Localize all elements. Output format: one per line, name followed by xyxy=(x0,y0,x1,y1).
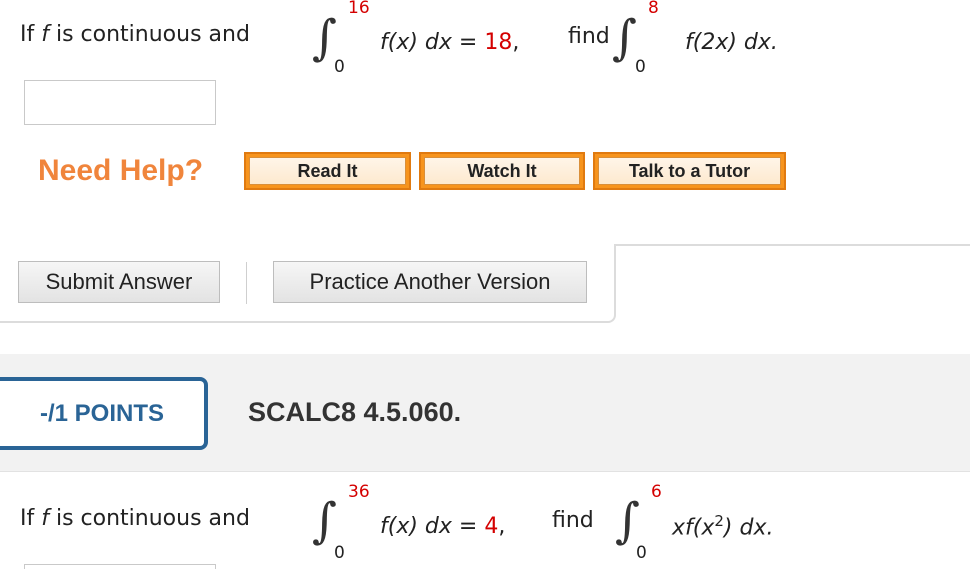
q1-target-integral: f(2x) dx. xyxy=(685,30,778,55)
q2-find-label: find xyxy=(552,508,594,533)
integral-sign: ∫ xyxy=(312,10,338,66)
integral-upper-limit: 6 xyxy=(651,482,662,502)
f-symbol: f xyxy=(41,506,49,531)
integral-lower-limit: 0 xyxy=(334,543,345,563)
practice-another-version-button[interactable]: Practice Another Version xyxy=(273,261,587,303)
q2-statement: If f is continuous and xyxy=(20,506,250,531)
q2-target-integral: xf(x2) dx. xyxy=(672,512,774,541)
question-id: SCALC8 4.5.060. xyxy=(248,397,462,427)
q2-integral-value: 4 xyxy=(484,514,499,539)
q1-integral-expression: f(x) dx = 18, xyxy=(380,30,520,55)
integral-sign: ∫ xyxy=(312,493,338,549)
q2-integral-expression: f(x) dx = 4, xyxy=(380,514,506,539)
integral-lower-limit: 0 xyxy=(334,57,345,77)
integral-upper-limit: 8 xyxy=(648,0,659,18)
action-panel-top-border xyxy=(614,244,970,246)
read-it-button[interactable]: Read It xyxy=(244,152,411,190)
watch-it-button[interactable]: Watch It xyxy=(419,152,585,190)
submit-answer-button[interactable]: Submit Answer xyxy=(18,261,220,303)
integral-sign: ∫ xyxy=(615,493,641,549)
integral-sign: ∫ xyxy=(612,10,638,66)
need-help-label: Need Help? xyxy=(38,154,204,187)
q2-answer-input[interactable] xyxy=(24,564,216,569)
q1-statement: If f is continuous and xyxy=(20,22,250,47)
talk-to-tutor-button[interactable]: Talk to a Tutor xyxy=(593,152,786,190)
integral-lower-limit: 0 xyxy=(636,543,647,563)
points-badge: -/1 POINTS xyxy=(0,377,208,450)
button-separator xyxy=(246,262,247,304)
integral-upper-limit: 16 xyxy=(348,0,370,18)
q1-find-label: find xyxy=(568,24,610,49)
integral-lower-limit: 0 xyxy=(635,57,646,77)
header-band-divider xyxy=(0,471,970,472)
integral-upper-limit: 36 xyxy=(348,482,370,502)
q1-integral-value: 18 xyxy=(484,30,513,55)
q1-answer-input[interactable] xyxy=(24,80,216,125)
f-symbol: f xyxy=(41,22,49,47)
